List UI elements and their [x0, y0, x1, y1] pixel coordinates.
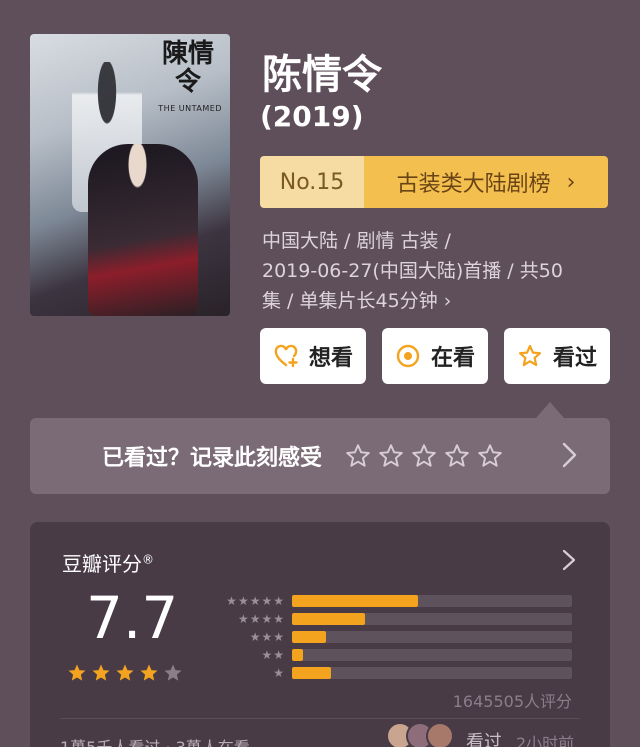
- chevron-right-icon[interactable]: [554, 440, 584, 470]
- heart-plus-icon: [274, 344, 298, 368]
- distribution-star-label: ★ ★: [214, 649, 284, 661]
- rating-count: 1645505人评分: [452, 692, 572, 711]
- watching-label: 在看: [430, 346, 475, 371]
- meta-line-2: 2019-06-27(中国大陆)首播 / 共50: [262, 260, 563, 282]
- rating-label: 豆瓣评分®: [62, 552, 154, 576]
- small-star-icon: ★: [261, 612, 273, 626]
- seen-label: 看过: [466, 732, 502, 747]
- target-icon: [396, 344, 420, 368]
- small-star-icon: ★: [249, 612, 261, 626]
- small-star-icon: ★: [261, 630, 273, 644]
- distribution-bar-track: [292, 595, 572, 607]
- record-feeling-box[interactable]: 已看过？记录此刻感受: [30, 418, 610, 494]
- distribution-bar-track: [292, 649, 572, 661]
- movie-meta[interactable]: 中国大陆 / 剧情 古装 / 2019-06-27(中国大陆)首播 / 共50 …: [262, 226, 622, 316]
- want-to-watch-button[interactable]: 想看: [260, 328, 366, 384]
- small-star-icon: ★: [273, 630, 284, 644]
- small-star-icon: ★: [261, 648, 273, 662]
- star-outline-icon[interactable]: [410, 442, 438, 470]
- distribution-row-4-star: ★ ★ ★ ★: [214, 610, 574, 628]
- distribution-bar-fill: [292, 595, 418, 607]
- divider: [60, 718, 580, 719]
- chevron-right-icon: ›: [566, 169, 576, 195]
- distribution-row-1-star: ★: [214, 664, 574, 682]
- small-star-icon: ★: [249, 594, 261, 608]
- rating-distribution: ★ ★ ★ ★ ★ ★ ★ ★ ★ ★ ★ ★ ★ ★ ★: [214, 592, 574, 682]
- distribution-star-label: ★ ★ ★ ★ ★: [214, 595, 284, 607]
- distribution-star-label: ★ ★ ★ ★: [214, 613, 284, 625]
- star-filled-icon: [140, 664, 158, 681]
- rank-number: No.15: [260, 156, 364, 208]
- distribution-bar-track: [292, 613, 572, 625]
- distribution-bar-track: [292, 667, 572, 679]
- poster-image[interactable]: 陳情令 THE UNTAMED: [30, 34, 230, 316]
- small-star-icon: ★: [226, 594, 237, 608]
- small-star-icon: ★: [237, 612, 249, 626]
- douban-rating-card[interactable]: 豆瓣评分® 7.7 ★★★★★★★★★★★★★★★ 1645505人评分 1萬5…: [30, 522, 610, 747]
- rating-score: 7.7: [86, 584, 179, 652]
- watch-stats: 1萬5千人看过 · 3萬人在看: [60, 734, 250, 747]
- distribution-bar-track: [292, 631, 572, 643]
- rating-input-stars[interactable]: [344, 442, 504, 470]
- star-outline-icon[interactable]: [377, 442, 405, 470]
- distribution-star-label: ★ ★ ★: [214, 631, 284, 643]
- action-buttons: 想看 在看 看过: [260, 328, 610, 384]
- poster-title: 陳情令: [161, 39, 214, 97]
- distribution-row-3-star: ★ ★ ★: [214, 628, 574, 646]
- star-icon: [518, 344, 542, 367]
- watched-button[interactable]: 看过: [504, 328, 610, 384]
- release-year: (2019): [260, 100, 364, 133]
- record-pointer: [536, 402, 564, 418]
- distribution-star-label: ★: [214, 667, 284, 679]
- watching-button[interactable]: 在看: [382, 328, 488, 384]
- distribution-row-5-star: ★ ★ ★ ★ ★: [214, 592, 574, 610]
- score-stars: [66, 662, 184, 684]
- distribution-bar-fill: [292, 649, 304, 661]
- ranking-banner[interactable]: No.15 古装类大陆剧榜 ›: [260, 156, 608, 208]
- small-star-icon: ★: [249, 630, 261, 644]
- rank-category-label: 古装类大陆剧榜: [396, 172, 551, 197]
- distribution-row-2-star: ★ ★: [214, 646, 574, 664]
- star-empty-icon: [164, 664, 182, 681]
- small-star-icon: ★: [273, 612, 284, 626]
- star-outline-icon[interactable]: [476, 442, 504, 470]
- chevron-right-icon[interactable]: [558, 548, 580, 572]
- star-outline-icon[interactable]: [344, 442, 372, 470]
- want-label: 想看: [308, 346, 353, 371]
- poster-subtitle: THE UNTAMED: [158, 104, 222, 113]
- small-star-icon: ★: [261, 594, 273, 608]
- record-prompt: 已看过？记录此刻感受: [102, 446, 323, 471]
- avatar: [426, 722, 454, 747]
- small-star-icon: ★: [273, 594, 284, 608]
- meta-line-3: 集 / 单集片长45分钟 ›: [262, 290, 452, 312]
- rank-category: 古装类大陆剧榜 ›: [364, 156, 608, 208]
- seen-time: 2小时前: [516, 734, 575, 747]
- page-title: 陈情令: [262, 52, 382, 98]
- star-outline-icon[interactable]: [443, 442, 471, 470]
- distribution-bar-fill: [292, 613, 365, 625]
- star-filled-icon: [92, 664, 110, 681]
- star-filled-icon: [68, 664, 86, 681]
- friend-avatars[interactable]: [386, 722, 454, 747]
- distribution-bar-fill: [292, 631, 326, 643]
- small-star-icon: ★: [273, 666, 284, 680]
- poster-figure-dark: [88, 144, 198, 316]
- star-filled-icon: [116, 664, 134, 681]
- watched-label: 看过: [552, 346, 597, 371]
- meta-line-1: 中国大陆 / 剧情 古装 /: [262, 230, 451, 252]
- small-star-icon: ★: [237, 594, 249, 608]
- distribution-bar-fill: [292, 667, 332, 679]
- small-star-icon: ★: [273, 648, 284, 662]
